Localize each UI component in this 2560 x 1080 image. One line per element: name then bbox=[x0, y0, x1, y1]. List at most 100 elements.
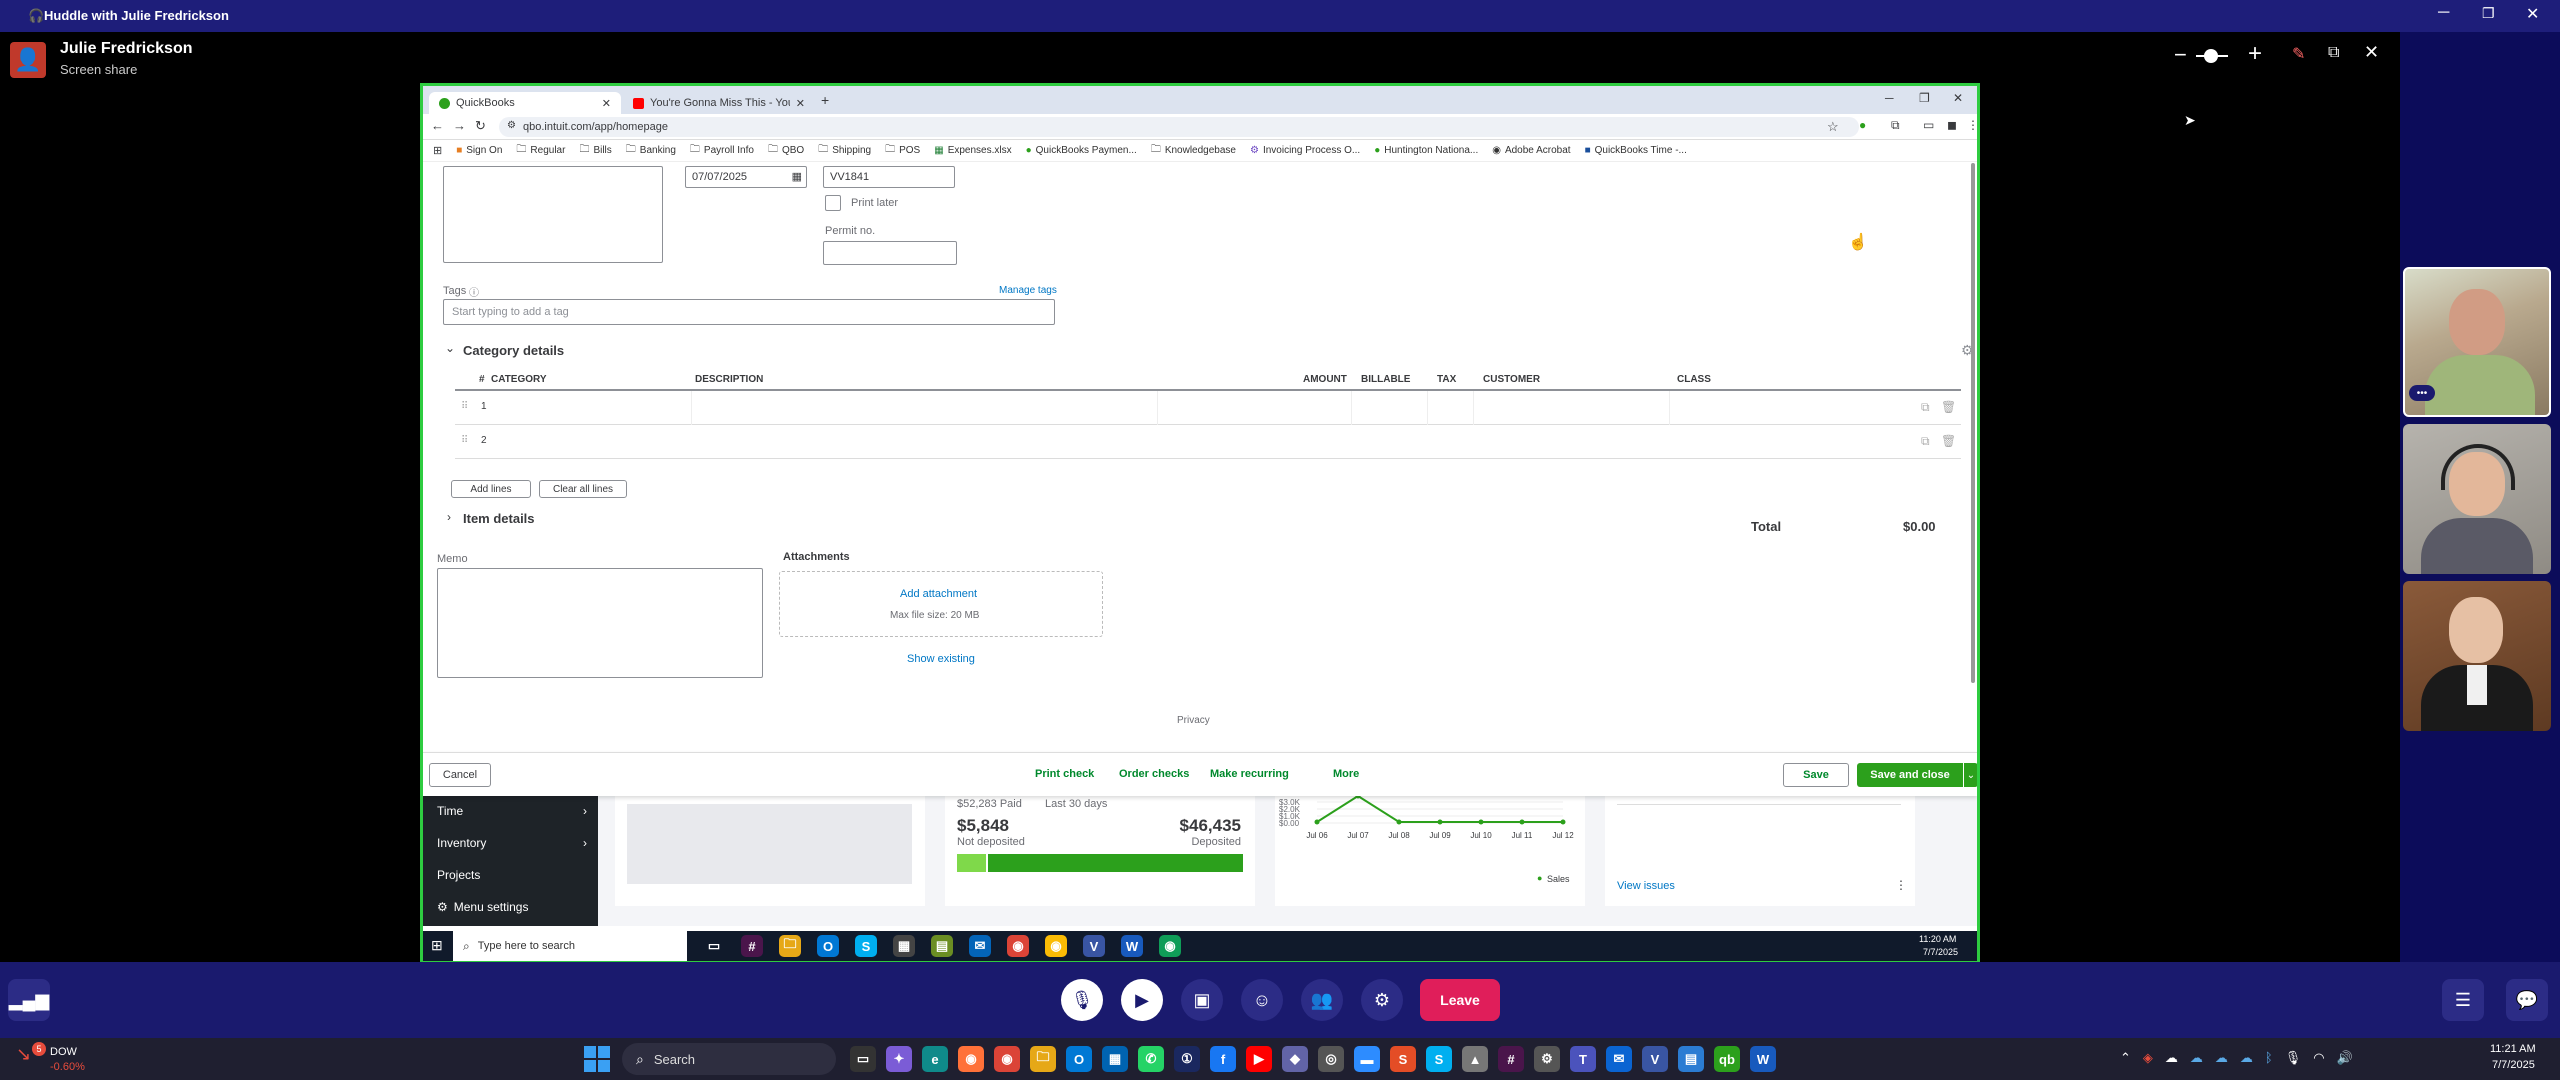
participant-video-3[interactable] bbox=[2403, 581, 2551, 731]
item-details-title[interactable]: Item details bbox=[463, 511, 535, 526]
outlook-icon[interactable]: O bbox=[1066, 1046, 1092, 1072]
add-attachment-link[interactable]: Add attachment bbox=[900, 588, 977, 600]
task-view-icon[interactable]: ▭ bbox=[850, 1046, 876, 1072]
notepad-icon[interactable]: ▤ bbox=[1678, 1046, 1704, 1072]
address-box[interactable] bbox=[443, 166, 663, 263]
calculator-icon[interactable]: ▦ bbox=[1102, 1046, 1128, 1072]
calculator-icon[interactable]: ▦ bbox=[893, 935, 915, 957]
bookmark[interactable]: ● QuickBooks Paymen... bbox=[1026, 145, 1137, 156]
windows-start-icon[interactable]: ⊞ bbox=[431, 937, 443, 954]
skype-icon[interactable]: S bbox=[855, 935, 877, 957]
copilot-icon[interactable]: ✦ bbox=[886, 1046, 912, 1072]
chevron-right-icon[interactable]: › bbox=[447, 510, 451, 524]
bluetooth-icon[interactable]: ᛒ bbox=[2265, 1050, 2273, 1066]
clock-date[interactable]: 7/7/2025 bbox=[2492, 1059, 2535, 1071]
attachments-dropzone[interactable]: Add attachment Max file size: 20 MB bbox=[779, 571, 1103, 637]
bookmark[interactable]: 🗀 Bills bbox=[579, 142, 611, 159]
mute-button[interactable]: 🎙 bbox=[1061, 979, 1103, 1021]
participants-button[interactable]: 👥 bbox=[1301, 979, 1343, 1021]
bookmark[interactable]: ■ QuickBooks Time -... bbox=[1585, 145, 1687, 156]
ref-no-input[interactable]: VV1841 bbox=[823, 166, 955, 188]
scrollbar[interactable] bbox=[1971, 163, 1975, 683]
zoom-icon[interactable]: ▬ bbox=[1354, 1046, 1380, 1072]
teams-icon[interactable]: ◆ bbox=[1282, 1046, 1308, 1072]
order-checks-button[interactable]: Order checks bbox=[1119, 768, 1189, 780]
cancel-button[interactable]: Cancel bbox=[429, 763, 491, 787]
stock-widget[interactable]: ↘ 5 DOW -0.60% bbox=[12, 1042, 102, 1076]
wifi-icon[interactable]: ◠ bbox=[2313, 1050, 2324, 1066]
close-share-icon[interactable]: ✕ bbox=[2364, 42, 2379, 63]
menu-icon[interactable]: ⋮ bbox=[1967, 118, 1977, 132]
word-icon[interactable]: W bbox=[1750, 1046, 1776, 1072]
restore-icon[interactable]: ❐ bbox=[2482, 5, 2495, 22]
clock-time[interactable]: 11:21 AM bbox=[2490, 1043, 2536, 1055]
slack-icon[interactable]: # bbox=[1498, 1046, 1524, 1072]
network-cloud-icon[interactable]: ☁ bbox=[2165, 1050, 2178, 1066]
visio-icon[interactable]: V bbox=[1642, 1046, 1668, 1072]
reload-icon[interactable]: ↻ bbox=[475, 118, 486, 134]
microphone-tray-icon[interactable]: 🎙 bbox=[2285, 1050, 2302, 1066]
bookmark[interactable]: ● Huntington Nationa... bbox=[1374, 145, 1478, 156]
save-button[interactable]: Save bbox=[1783, 763, 1849, 787]
nav-item-menu-settings[interactable]: ⚙ Menu settings bbox=[437, 900, 528, 914]
puzzle-icon[interactable]: ⧉ bbox=[1891, 118, 1900, 133]
edge-icon[interactable]: e bbox=[922, 1046, 948, 1072]
more-vert-icon[interactable]: ⋮ bbox=[1895, 878, 1907, 892]
bookmark[interactable]: 🗀 Payroll Info bbox=[690, 142, 754, 159]
bookmark[interactable]: 🗀 Shipping bbox=[818, 142, 871, 159]
show-existing-link[interactable]: Show existing bbox=[907, 653, 975, 665]
copy-icon[interactable]: ⧉ bbox=[1921, 434, 1930, 449]
bookmark[interactable]: 🗀 POS bbox=[885, 142, 920, 159]
close-icon[interactable]: ✕ bbox=[2526, 4, 2539, 24]
delete-icon[interactable]: 🗑 bbox=[1941, 434, 1956, 448]
bookmark[interactable]: ▦ Expenses.xlsx bbox=[934, 145, 1011, 156]
zoom-out-icon[interactable]: − bbox=[2174, 42, 2187, 68]
leave-button[interactable]: Leave bbox=[1420, 979, 1500, 1021]
taskbar-search[interactable]: ⌕ Type here to search bbox=[453, 931, 687, 961]
table-row[interactable]: ⠿ 2 ⧉ 🗑 bbox=[455, 425, 1961, 459]
nav-item-projects[interactable]: Projects bbox=[437, 868, 480, 882]
zoom-slider-handle[interactable] bbox=[2204, 49, 2218, 63]
facebook-icon[interactable]: f bbox=[1210, 1046, 1236, 1072]
window-maximize-icon[interactable]: ❐ bbox=[1919, 91, 1930, 105]
start-button[interactable] bbox=[584, 1046, 610, 1072]
share-screen-button[interactable]: ▣ bbox=[1181, 979, 1223, 1021]
delete-icon[interactable]: 🗑 bbox=[1941, 400, 1956, 414]
apps-grid-icon[interactable]: ⊞ bbox=[433, 144, 442, 157]
file-explorer-icon[interactable]: 🗀 bbox=[1030, 1046, 1056, 1072]
word-icon[interactable]: W bbox=[1121, 935, 1143, 957]
chrome-icon[interactable]: ◉ bbox=[994, 1046, 1020, 1072]
table-row[interactable]: ⠿ 1 ⧉ 🗑 bbox=[455, 391, 1961, 425]
more-button[interactable]: More bbox=[1333, 768, 1359, 780]
tab-youtube[interactable]: You're Gonna Miss This - YouTu ✕ bbox=[623, 92, 815, 114]
file-explorer-icon[interactable]: 🗀 bbox=[779, 935, 801, 957]
zoom-in-icon[interactable]: + bbox=[2248, 40, 2262, 68]
game-icon[interactable]: ◎ bbox=[1318, 1046, 1344, 1072]
stats-button[interactable]: ▂▄▆ bbox=[8, 979, 50, 1021]
extension-icon[interactable]: ● bbox=[1859, 118, 1866, 132]
new-tab-icon[interactable]: + bbox=[821, 92, 829, 108]
onepassword-icon[interactable]: ① bbox=[1174, 1046, 1200, 1072]
visio-icon[interactable]: V bbox=[1083, 935, 1105, 957]
clear-all-lines-button[interactable]: Clear all lines bbox=[539, 480, 627, 498]
slack-icon[interactable]: # bbox=[741, 935, 763, 957]
add-lines-button[interactable]: Add lines bbox=[451, 480, 531, 498]
teams-classic-icon[interactable]: T bbox=[1570, 1046, 1596, 1072]
onedrive-business-icon[interactable]: ☁ bbox=[2215, 1050, 2228, 1066]
category-details-title[interactable]: Category details bbox=[463, 343, 564, 358]
video-button[interactable]: ▶ bbox=[1121, 979, 1163, 1021]
memo-textarea[interactable] bbox=[437, 568, 763, 678]
stop-control-icon[interactable]: ✎ bbox=[2292, 44, 2305, 64]
task-view-icon[interactable]: ▭ bbox=[703, 935, 725, 957]
chat-button[interactable]: 💬 bbox=[2506, 979, 2548, 1021]
bookmark[interactable]: ⚙ Invoicing Process O... bbox=[1250, 145, 1360, 156]
save-and-close-button[interactable]: Save and close bbox=[1857, 763, 1963, 787]
bookmark[interactable]: 🗀 Regular bbox=[516, 142, 565, 159]
outlook-mail-icon[interactable]: ✉ bbox=[969, 935, 991, 957]
photos-icon[interactable]: ▲ bbox=[1462, 1046, 1488, 1072]
participant-video-1[interactable]: ••• bbox=[2403, 267, 2551, 417]
outlook-icon[interactable]: O bbox=[817, 935, 839, 957]
nav-item-time[interactable]: Time › bbox=[437, 804, 587, 818]
chevron-up-icon[interactable]: ⌃ bbox=[2120, 1050, 2131, 1066]
chevron-down-icon[interactable]: ⌄ bbox=[445, 341, 455, 355]
